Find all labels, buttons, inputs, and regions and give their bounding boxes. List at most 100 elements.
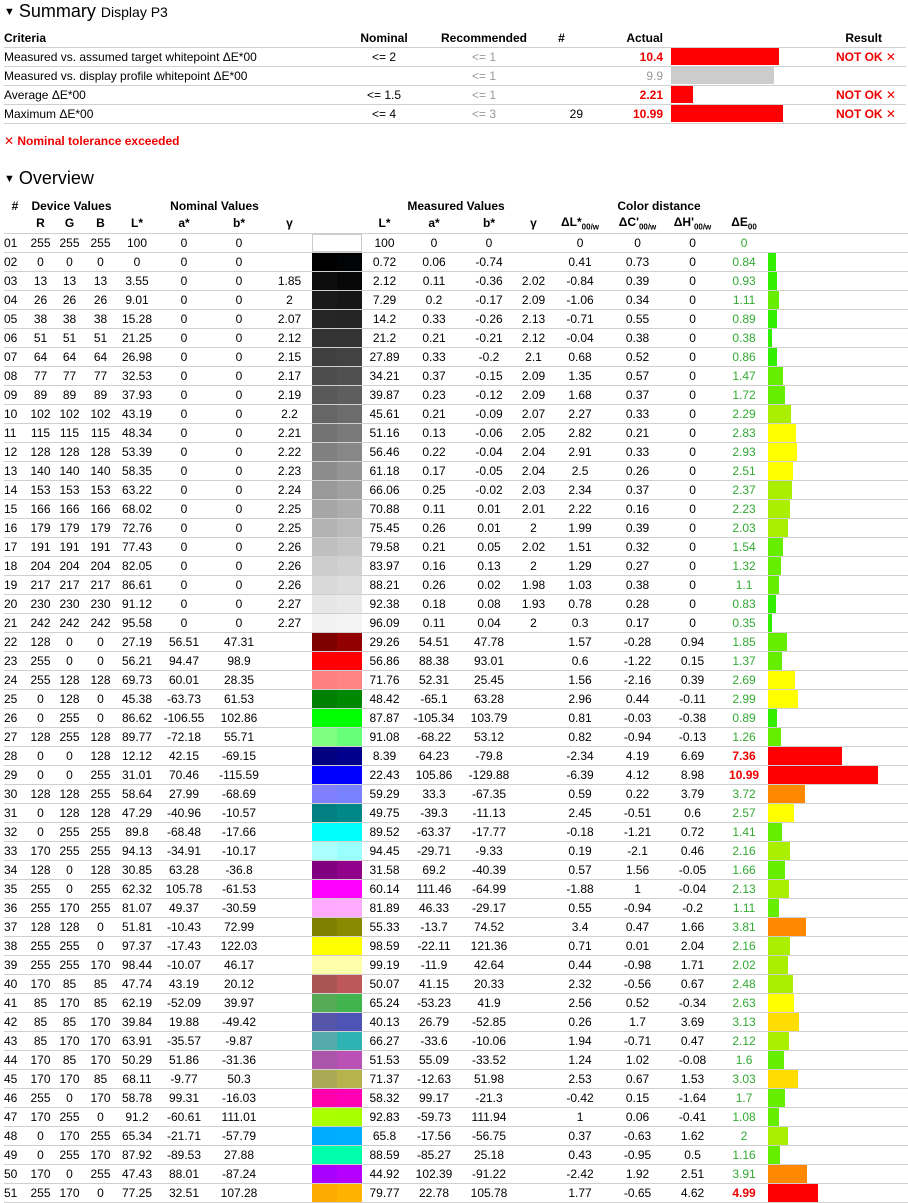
measured-l: 94.45: [362, 841, 408, 861]
delta-l: 2.82: [550, 423, 611, 443]
nominal-a: 0: [157, 537, 211, 557]
device-b: 85: [84, 993, 117, 1013]
delta-c: 0.57: [610, 366, 666, 386]
device-b: 230: [84, 594, 117, 614]
measured-a: 0.21: [407, 537, 462, 557]
measured-b: -17.77: [461, 822, 518, 842]
measured-gamma: 2: [517, 518, 551, 538]
collapse-triangle-icon[interactable]: ▼: [4, 6, 15, 18]
recommended-cell: <= 1: [434, 66, 534, 86]
nominal-a: -106.55: [157, 708, 211, 728]
nominal-gamma: 2.21: [267, 423, 313, 443]
measured-a: 102.39: [407, 1164, 462, 1184]
color-swatch: [312, 689, 363, 709]
color-swatch: [312, 974, 363, 994]
overview-group-header: # Device Values Nominal Values Measured …: [4, 197, 908, 214]
measured-a: 64.23: [407, 746, 462, 766]
delta-c: 0.73: [610, 252, 666, 272]
delta-e: 1.47: [720, 366, 769, 386]
measured-gamma: [517, 860, 551, 880]
col-measured-b: b*: [461, 214, 518, 234]
patch-num: 49: [4, 1145, 26, 1165]
delta-l: -2.42: [550, 1164, 611, 1184]
nominal-swatch: [312, 936, 338, 954]
device-g: 255: [55, 1145, 84, 1165]
measured-a: 0.25: [407, 480, 462, 500]
nominal-gamma: 2.26: [267, 575, 313, 595]
measured-a: -22.11: [407, 936, 462, 956]
patch-num: 51: [4, 1183, 26, 1203]
device-g: 255: [55, 936, 84, 956]
overview-section-title[interactable]: ▼ Overview: [4, 168, 94, 189]
measured-swatch: [337, 803, 363, 821]
nominal-gamma: [267, 936, 313, 956]
delta-e-bar-cell: [768, 898, 908, 918]
nominal-swatch: [312, 1126, 338, 1144]
device-r: 217: [26, 575, 55, 595]
device-g: 0: [55, 632, 84, 652]
measured-swatch: [337, 537, 363, 555]
recommended-cell: <= 3: [434, 104, 534, 124]
device-b: 170: [84, 1145, 117, 1165]
device-g: 255: [55, 955, 84, 975]
nominal-b: -9.87: [211, 1031, 267, 1051]
overview-table: # Device Values Nominal Values Measured …: [4, 197, 908, 1203]
delta-l: 1.99: [550, 518, 611, 538]
nominal-gamma: 2.26: [267, 556, 313, 576]
device-g: 0: [55, 1088, 84, 1108]
nominal-l: 100: [117, 233, 157, 253]
measured-swatch: [337, 860, 363, 878]
measured-gamma: 2.02: [517, 537, 551, 557]
measured-b: 0.02: [461, 575, 518, 595]
delta-l: -0.04: [550, 328, 611, 348]
measured-a: 0.33: [407, 309, 462, 329]
nominal-b: 102.86: [211, 708, 267, 728]
nominal-gamma: 2.26: [267, 537, 313, 557]
actual-bar-cell: [671, 66, 786, 86]
nominal-a: 70.46: [157, 765, 211, 785]
measured-l: 91.08: [362, 727, 408, 747]
measured-a: 111.46: [407, 879, 462, 899]
summary-section-title[interactable]: ▼ Summary Display P3: [4, 1, 168, 22]
measured-swatch: [337, 1050, 363, 1068]
measured-a: 99.17: [407, 1088, 462, 1108]
collapse-triangle-icon[interactable]: ▼: [4, 173, 15, 185]
delta-c: 0.37: [610, 385, 666, 405]
measured-a: -105.34: [407, 708, 462, 728]
nominal-cell: <= 2: [334, 47, 434, 67]
measured-b: -79.8: [461, 746, 518, 766]
device-b: 128: [84, 670, 117, 690]
nominal-gamma: [267, 765, 313, 785]
delta-e: 2.29: [720, 404, 769, 424]
nominal-b: 72.99: [211, 917, 267, 937]
device-r: 0: [26, 689, 55, 709]
measured-l: 51.16: [362, 423, 408, 443]
device-b: 0: [84, 632, 117, 652]
delta-e: 2: [720, 1126, 769, 1146]
delta-e-bar: [768, 423, 797, 441]
delta-e-bar: [768, 1088, 786, 1106]
delta-c: 0.47: [610, 917, 666, 937]
nominal-l: 53.39: [117, 442, 157, 462]
measured-swatch: [337, 879, 363, 897]
patch-row: 32 0 255 255 89.8 -68.48 -17.66 89.52 -63.37 -17.…: [4, 822, 908, 842]
patch-num: 41: [4, 993, 26, 1013]
device-r: 255: [26, 651, 55, 671]
delta-h: 0.5: [665, 1145, 721, 1165]
delta-e: 2.57: [720, 803, 769, 823]
delta-e-bar-cell: [768, 556, 908, 576]
device-b: 255: [84, 1164, 117, 1184]
nominal-swatch: [312, 727, 338, 745]
measured-l: 87.87: [362, 708, 408, 728]
measured-swatch: [337, 328, 363, 346]
delta-c: 0.32: [610, 537, 666, 557]
delta-h: 1.53: [665, 1069, 721, 1089]
patch-row: 08 77 77 77 32.53 0 0 2.17 34.21 0.37 -0.15 2.09 1.3…: [4, 366, 908, 386]
nominal-swatch: [312, 442, 338, 460]
nominal-l: 81.07: [117, 898, 157, 918]
nominal-gamma: [267, 917, 313, 937]
color-distance-header: Color distance: [617, 198, 701, 213]
measured-gamma: [517, 632, 551, 652]
delta-e: 2.02: [720, 955, 769, 975]
delta-e: 2.48: [720, 974, 769, 994]
